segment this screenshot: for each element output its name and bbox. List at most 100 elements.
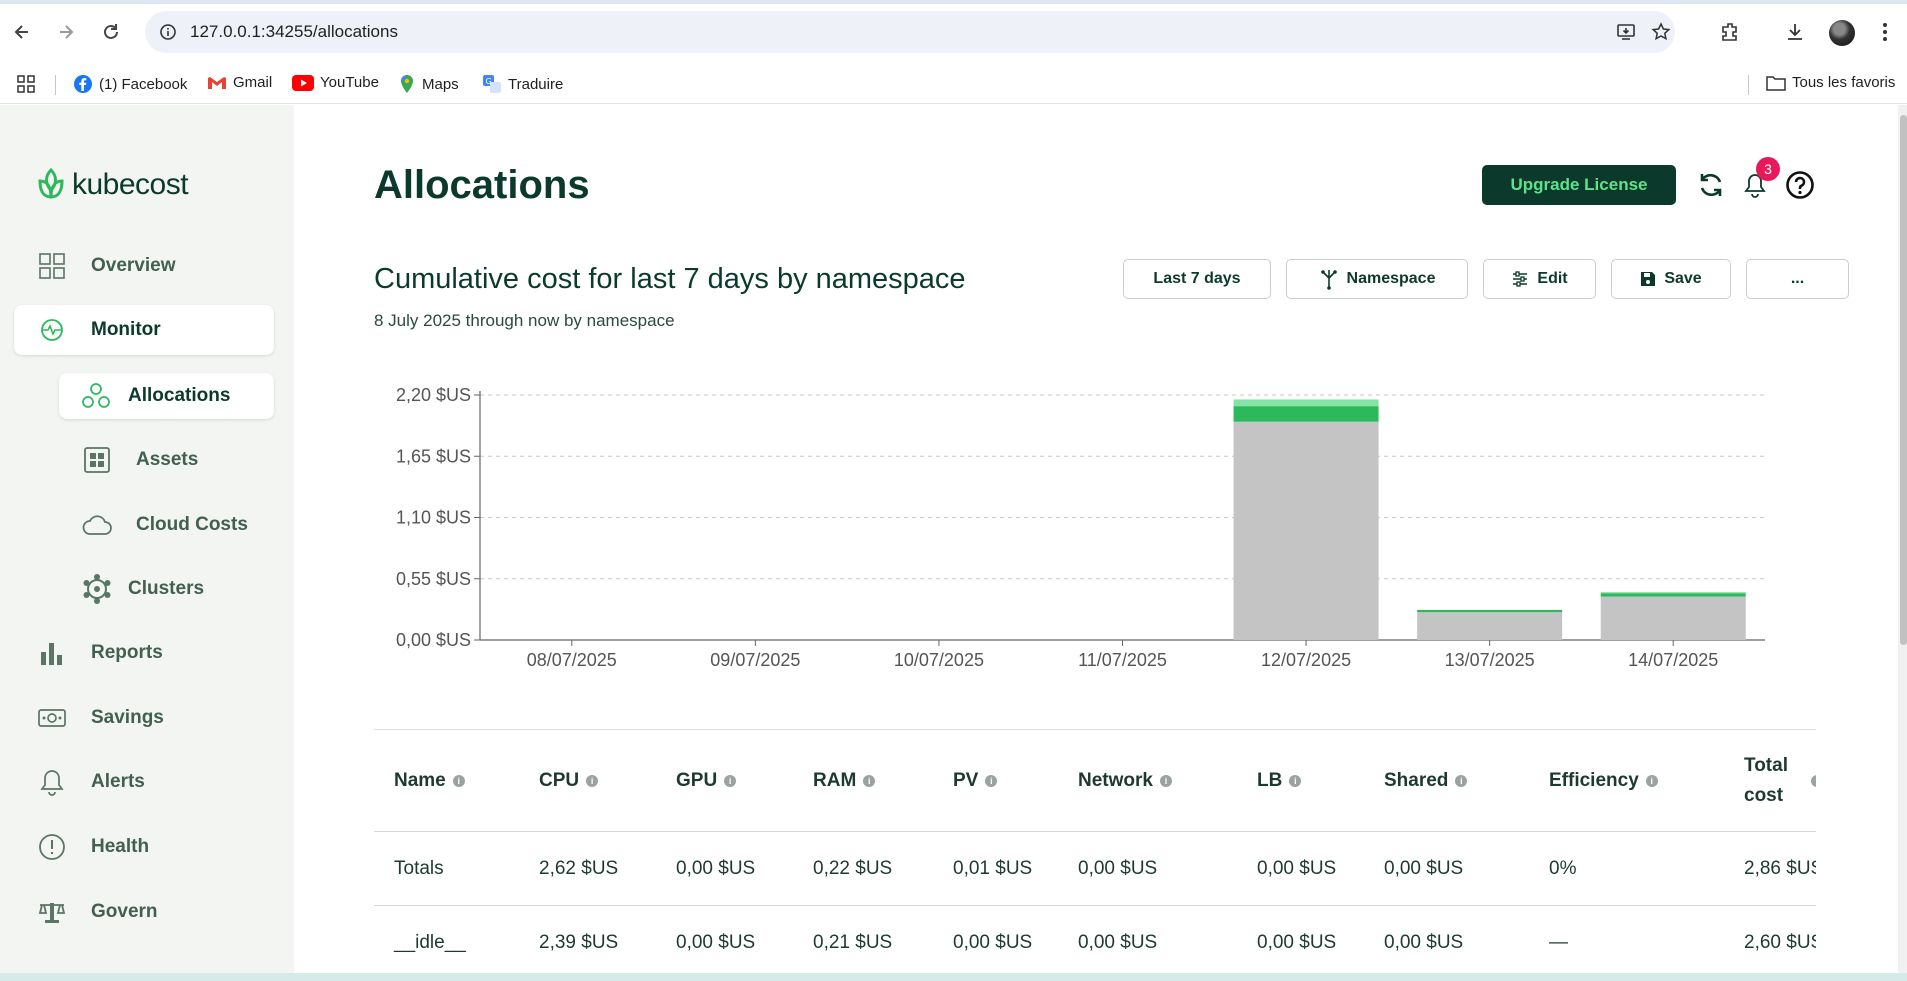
nav-reports[interactable]: Reports <box>37 628 163 678</box>
savings-icon <box>37 703 67 733</box>
upgrade-license-button[interactable]: Upgrade License <box>1482 165 1676 205</box>
bell-icon <box>37 767 67 797</box>
bar-segment[interactable] <box>1600 592 1746 594</box>
info-icon[interactable]: i <box>985 774 998 787</box>
bookmark-youtube[interactable]: YouTube <box>292 74 379 91</box>
nav-label: Overview <box>91 255 176 276</box>
x-tick-label: 12/07/2025 <box>1261 650 1351 670</box>
bar-segment[interactable] <box>1233 406 1379 422</box>
y-tick-label: 0,55 $US <box>396 569 471 589</box>
back-button[interactable] <box>8 18 36 46</box>
extensions-icon[interactable] <box>1717 19 1743 45</box>
nav-clusters[interactable]: Clusters <box>82 564 204 614</box>
column-header[interactable]: Total cost i <box>1744 729 1816 832</box>
nav-cloud-costs[interactable]: Cloud Costs <box>82 500 248 550</box>
column-header[interactable]: GPU i <box>676 729 737 832</box>
bar-segment[interactable] <box>1417 609 1563 613</box>
refresh-icon[interactable] <box>1694 168 1728 202</box>
table-cell: __idle__ <box>394 932 466 953</box>
profile-avatar[interactable] <box>1829 20 1855 46</box>
scrollbar-thumb[interactable] <box>1900 115 1907 645</box>
kubecost-logo[interactable]: kubecost <box>36 167 189 203</box>
column-header-label: Efficiency <box>1549 769 1639 791</box>
info-icon[interactable]: i <box>1811 774 1816 787</box>
main-content: Allocations Upgrade License 3 Cumulative… <box>294 105 1907 981</box>
notification-badge: 3 <box>1756 157 1780 181</box>
table-cell: — <box>1549 932 1568 953</box>
bookmark-separator <box>55 75 56 95</box>
nav-savings[interactable]: Savings <box>37 693 164 743</box>
site-info-icon[interactable] <box>157 21 179 43</box>
info-icon[interactable]: i <box>1455 774 1468 787</box>
nav-label: Alerts <box>91 771 145 792</box>
bookmark-traduire[interactable]: G Traduire <box>482 74 563 94</box>
y-tick-label: 1,65 $US <box>396 446 471 466</box>
column-header[interactable]: Network i <box>1078 729 1172 832</box>
edit-button[interactable]: Edit <box>1483 259 1596 299</box>
column-header[interactable]: Shared i <box>1384 729 1468 832</box>
nav-overview[interactable]: Overview <box>37 241 176 291</box>
info-icon[interactable]: i <box>1645 774 1658 787</box>
tab-strip <box>0 0 1907 4</box>
forward-button[interactable] <box>52 18 80 46</box>
nav-health[interactable]: Health <box>37 822 149 872</box>
kubecost-logo-icon <box>38 167 64 199</box>
bookmark-gmail[interactable]: Gmail <box>207 74 272 91</box>
monitor-icon <box>37 315 67 345</box>
column-header[interactable]: Name i <box>394 729 465 832</box>
bar-segment[interactable] <box>1600 596 1746 640</box>
more-options-button[interactable]: ... <box>1746 259 1849 299</box>
cost-bar-chart: 0,00 $US 0,55 $US 1,10 $US 1,65 $US 2,20 $US… <box>396 385 1765 670</box>
column-header[interactable]: LB i <box>1257 729 1302 832</box>
date-range-button[interactable]: Last 7 days <box>1123 259 1271 299</box>
info-icon[interactable]: i <box>452 774 465 787</box>
bookmark-facebook[interactable]: (1) Facebook <box>73 74 187 94</box>
reports-icon <box>37 638 67 668</box>
nav-alerts[interactable]: Alerts <box>37 757 145 807</box>
clusters-icon <box>82 574 112 604</box>
column-header-label: RAM <box>813 769 857 791</box>
column-header-label: LB <box>1257 769 1283 791</box>
column-header[interactable]: PV i <box>953 729 998 832</box>
nav-label: Govern <box>91 901 158 922</box>
table-row[interactable]: Totals 2,62 $US 0,00 $US 0,22 $US 0,01 $US 0,… <box>374 832 1816 906</box>
apps-icon[interactable] <box>17 75 35 93</box>
info-icon[interactable]: i <box>1289 774 1302 787</box>
nav-assets[interactable]: Assets <box>82 435 198 485</box>
star-icon[interactable] <box>1650 21 1672 43</box>
y-tick-label: 2,20 $US <box>396 385 471 405</box>
table-row[interactable]: __idle__ 2,39 $US 0,00 $US 0,21 $US 0,00 $US… <box>374 906 1816 980</box>
info-icon[interactable]: i <box>863 774 876 787</box>
bookmark-maps[interactable]: Maps <box>398 74 459 94</box>
table-cell: 0,00 $US <box>676 858 756 879</box>
column-header[interactable]: Efficiency i <box>1549 729 1658 832</box>
facebook-icon <box>74 75 92 93</box>
column-header[interactable]: RAM i <box>813 729 876 832</box>
bar-segment[interactable] <box>1600 593 1746 597</box>
more-options-label: ... <box>1790 270 1805 287</box>
column-header[interactable]: CPU i <box>539 729 599 832</box>
info-icon[interactable]: i <box>586 774 599 787</box>
save-button[interactable]: Save <box>1611 259 1731 299</box>
nav-label: Monitor <box>91 319 161 340</box>
all-bookmarks[interactable]: Tous les favoris <box>1766 74 1895 91</box>
help-icon[interactable] <box>1783 168 1817 202</box>
sidebar: kubecost Overview Monitor Allocations As… <box>0 105 294 981</box>
nav-govern[interactable]: Govern <box>37 887 158 937</box>
nav-monitor[interactable]: Monitor <box>14 305 274 355</box>
bar-segment[interactable] <box>1233 399 1379 407</box>
table-cell: 0,22 $US <box>813 858 893 879</box>
bar-segment[interactable] <box>1233 421 1379 640</box>
downloads-icon[interactable] <box>1782 19 1808 45</box>
nav-allocations[interactable]: Allocations <box>59 373 274 419</box>
govern-icon <box>37 897 67 927</box>
info-icon[interactable]: i <box>724 774 737 787</box>
reload-button[interactable] <box>97 18 125 46</box>
bar-segment[interactable] <box>1417 612 1563 640</box>
table-cell: 0,00 $US <box>676 932 756 953</box>
address-bar[interactable]: 127.0.0.1:34255/allocations <box>145 11 1675 53</box>
install-app-icon[interactable] <box>1615 21 1637 43</box>
aggregate-button[interactable]: Namespace <box>1286 259 1468 299</box>
browser-menu-icon[interactable] <box>1872 19 1898 45</box>
info-icon[interactable]: i <box>1159 774 1172 787</box>
